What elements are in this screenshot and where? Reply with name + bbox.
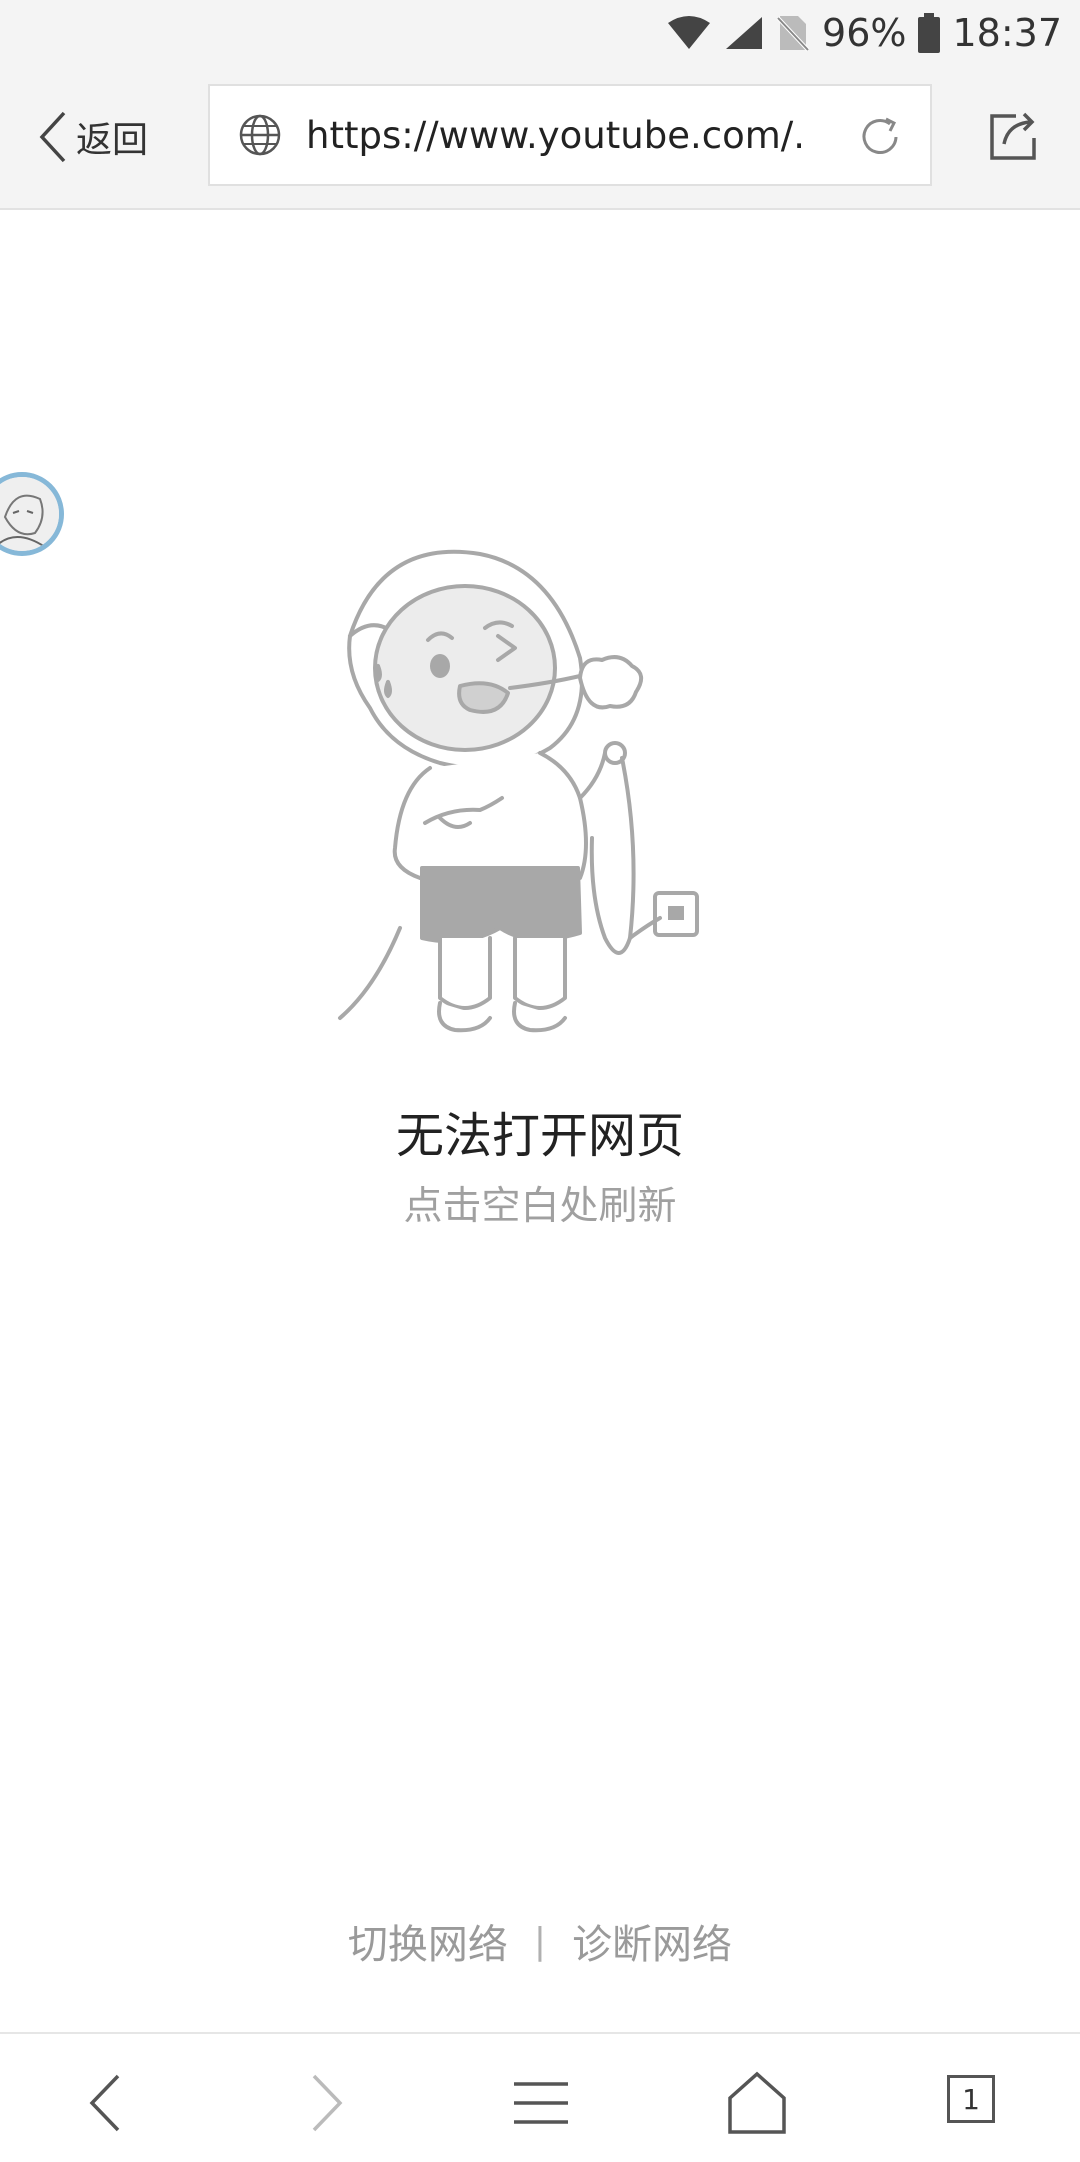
share-icon[interactable] (986, 110, 1040, 164)
no-connection-illustration (338, 549, 699, 1033)
status-bar: 96% 18:37 (0, 0, 1080, 66)
status-icons: 96% 18:37 (666, 0, 1062, 66)
battery-icon (918, 13, 941, 53)
tabs-button[interactable]: 1 (940, 2068, 1010, 2138)
diagnose-network-link[interactable]: 诊断网络 (572, 1912, 732, 1970)
wifi-icon (668, 16, 711, 49)
error-title: 无法打开网页 (395, 1108, 684, 1164)
back-button[interactable]: 返回 (38, 104, 148, 170)
refresh-hint[interactable]: 点击空白处刷新 (0, 1175, 1080, 1231)
avatar-sketch-icon (0, 477, 59, 551)
cell-signal-icon (726, 17, 763, 49)
nav-back-icon[interactable] (72, 2068, 142, 2138)
reload-icon[interactable] (856, 113, 904, 161)
network-separator: | (533, 1920, 547, 1962)
chevron-left-icon (39, 111, 66, 163)
nav-forward-icon[interactable] (290, 2068, 360, 2138)
floating-avatar[interactable] (0, 472, 64, 556)
back-label: 返回 (76, 120, 149, 161)
menu-icon[interactable] (506, 2068, 576, 2138)
browser-toolbar: 返回 https://www.youtube.com/... (0, 66, 1080, 210)
clock: 18:37 (952, 11, 1062, 55)
tab-count: 1 (947, 2075, 995, 2123)
home-icon[interactable] (722, 2068, 792, 2138)
bottom-navigation: 1 (0, 2032, 1080, 2162)
network-actions: 切换网络 | 诊断网络 (0, 1912, 1080, 1970)
url-text[interactable]: https://www.youtube.com/... (306, 114, 806, 157)
globe-icon (239, 114, 281, 156)
switch-network-link[interactable]: 切换网络 (348, 1912, 508, 1970)
battery-percent: 96% (822, 11, 907, 55)
url-bar[interactable]: https://www.youtube.com/... (208, 84, 932, 186)
no-sim-icon (776, 16, 810, 52)
